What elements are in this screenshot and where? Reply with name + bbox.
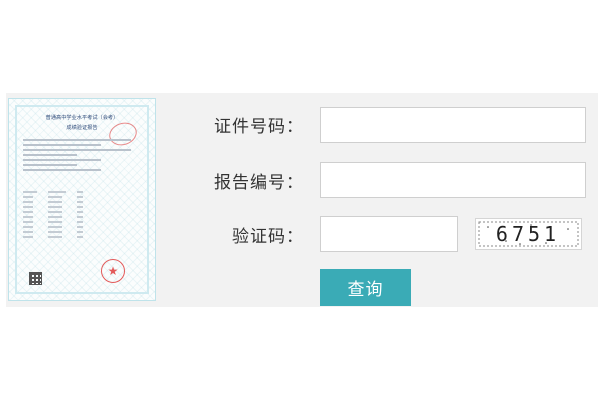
captcha-label: 验证码： [232,227,304,247]
certificate-sample-image: 普通高中学业水平考试（会考） 成绩验证报告 ★ [8,98,156,301]
certificate-table-row [23,231,83,233]
certificate-text-line [23,164,77,166]
certificate-table-row [23,211,83,213]
certificate-table-row [23,206,83,208]
qr-code-icon [29,272,42,285]
certificate-text-line [23,139,131,141]
certificate-table-row [23,236,83,238]
id-number-input[interactable] [320,107,586,143]
captcha-input[interactable] [320,216,458,252]
certificate-table-row [23,196,83,198]
certificate-table-row [23,221,83,223]
certificate-title: 普通高中学业水平考试（会考） [45,115,119,121]
report-number-label: 报告编号： [214,173,304,193]
captcha-image[interactable]: 6751 [475,218,582,250]
certificate-subtitle: 成绩验证报告 [66,125,98,131]
official-seal-icon: ★ [101,259,125,283]
query-button[interactable]: 查询 [320,269,411,306]
certificate-table-row [23,216,83,218]
certificate-table-row [23,226,83,228]
certificate-table-row [23,201,83,203]
certificate-text-line [23,169,101,171]
certificate-text-line [23,159,101,161]
captcha-text: 6751 [496,222,560,246]
certificate-text-line [23,154,77,156]
certificate-info-lines [23,139,143,174]
certificate-text-line [23,149,131,151]
id-number-label: 证件号码： [214,117,304,137]
certificate-text-line [23,144,101,146]
certificate-table-row [23,191,83,193]
report-number-input[interactable] [320,162,586,198]
certificate-score-table [23,191,83,241]
